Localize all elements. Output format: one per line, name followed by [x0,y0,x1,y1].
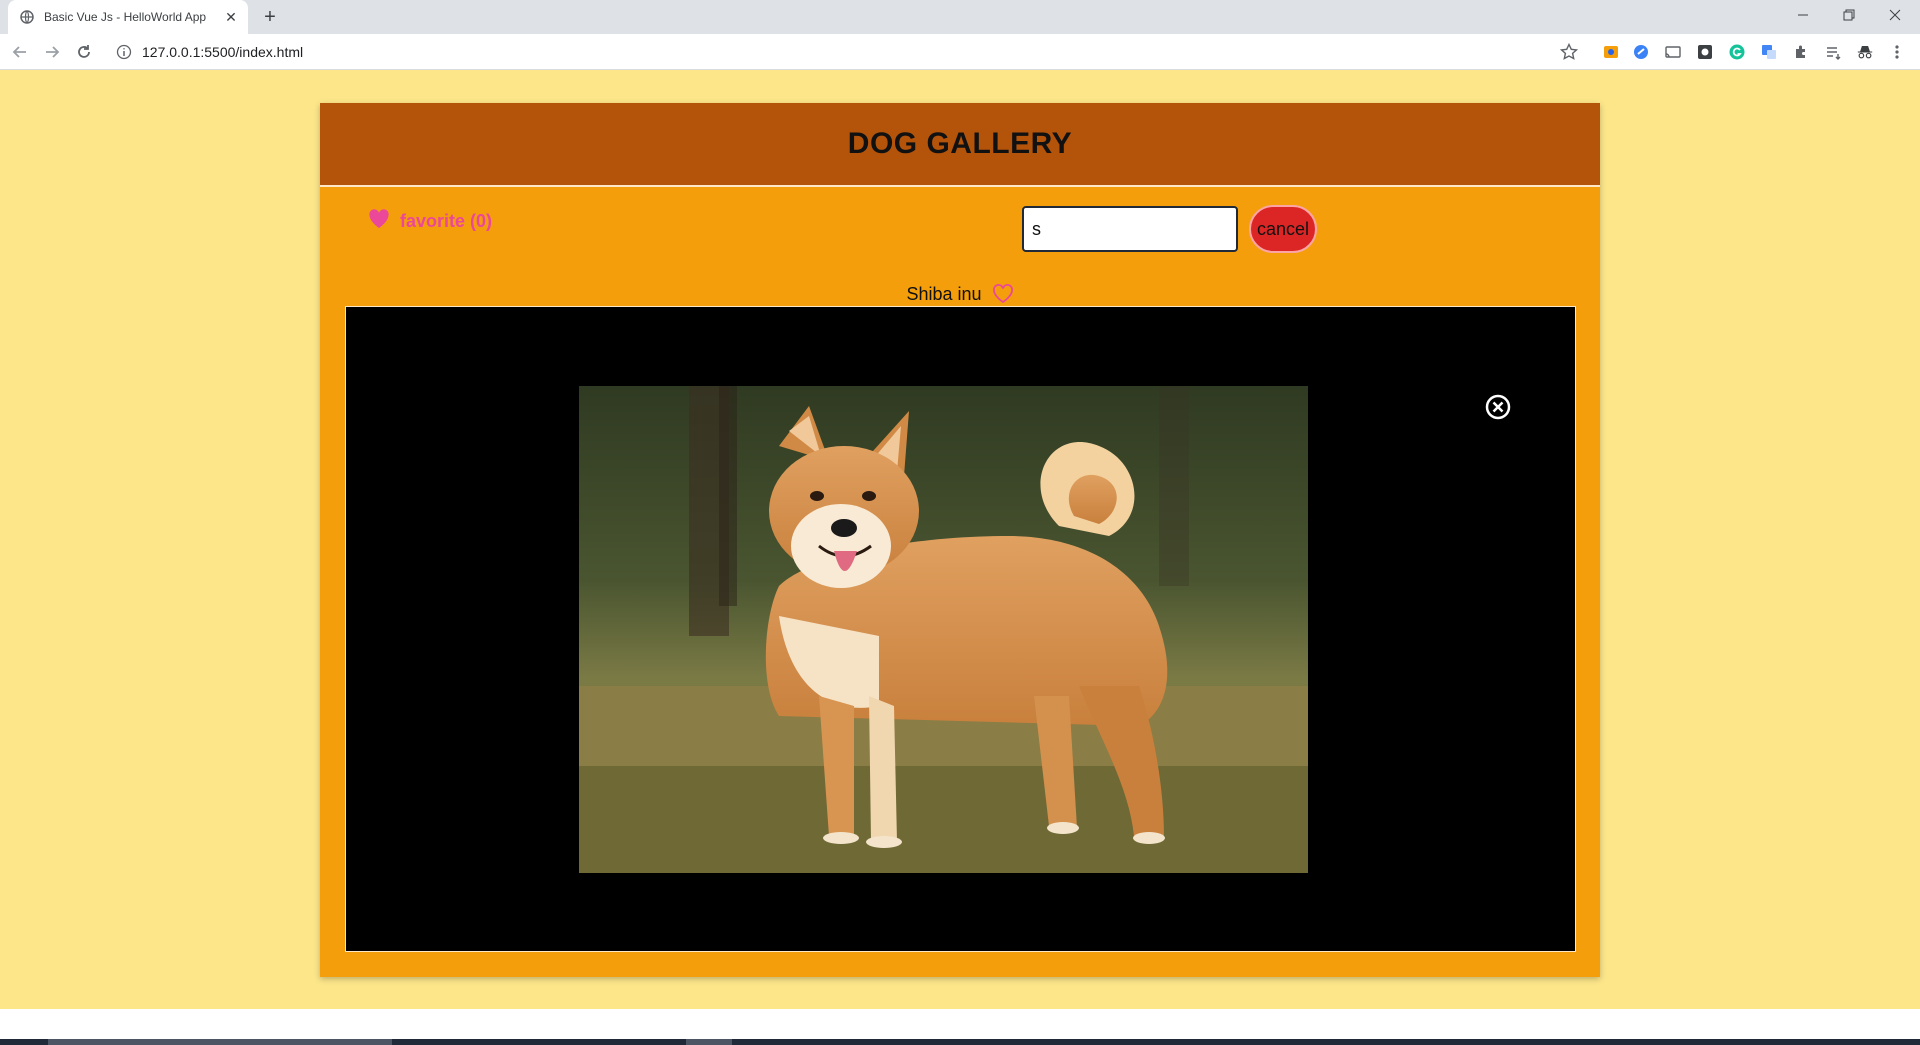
info-icon[interactable] [116,44,132,60]
reload-icon[interactable] [70,38,98,66]
app-header: DOG GALLERY [320,103,1600,187]
new-tab-button[interactable]: + [258,5,282,29]
favorites-link[interactable]: favorite (0) [368,209,492,234]
taskbar [0,1039,1920,1045]
cancel-button[interactable]: cancel [1249,205,1317,253]
profile-incognito-icon[interactable] [1856,43,1874,61]
extension-blue-icon[interactable] [1632,43,1650,61]
back-arrow-icon[interactable] [6,38,34,66]
extension-cast-icon[interactable] [1664,43,1682,61]
url-text: 127.0.0.1:5500/index.html [142,44,304,60]
dog-photo [579,386,1308,873]
page-background: DOG GALLERY favorite (0) cancel Shiba in… [0,70,1920,1009]
minimize-icon[interactable] [1780,0,1826,30]
globe-icon [20,10,34,24]
browser-tabstrip: Basic Vue Js - HelloWorld App ✕ + [0,0,1920,34]
close-circle-icon[interactable] [1484,393,1512,421]
favorites-label: favorite (0) [400,211,493,231]
browser-toolbar: 127.0.0.1:5500/index.html [0,34,1920,70]
search-input[interactable] [1022,206,1238,252]
breed-title-row: Shiba inu [320,279,1600,309]
dog-gallery-app: DOG GALLERY favorite (0) cancel Shiba in… [320,103,1600,977]
taskbar-item[interactable] [686,1039,732,1045]
heart-filled-icon [368,209,390,234]
heart-outline-icon[interactable] [992,284,1014,304]
breed-name: Shiba inu [906,283,982,304]
address-bar[interactable]: 127.0.0.1:5500/index.html [108,38,1588,66]
menu-dots-icon[interactable] [1888,43,1906,61]
tab-close-icon[interactable]: ✕ [222,8,240,26]
bookmark-star-icon[interactable] [1559,42,1579,66]
extensions-puzzle-icon[interactable] [1792,43,1810,61]
forward-arrow-icon[interactable] [38,38,66,66]
extension-orange-icon[interactable] [1602,43,1620,61]
close-window-icon[interactable] [1872,0,1918,30]
browser-tab[interactable]: Basic Vue Js - HelloWorld App ✕ [8,0,248,34]
restore-icon[interactable] [1826,0,1872,30]
extension-square-icon[interactable] [1696,43,1714,61]
grammarly-icon[interactable] [1728,43,1746,61]
tab-title: Basic Vue Js - HelloWorld App [44,10,207,24]
translate-icon[interactable] [1760,43,1778,61]
reading-list-icon[interactable] [1824,43,1842,61]
image-viewer [345,306,1576,952]
taskbar-item[interactable] [48,1039,392,1045]
page-title: DOG GALLERY [847,127,1073,160]
